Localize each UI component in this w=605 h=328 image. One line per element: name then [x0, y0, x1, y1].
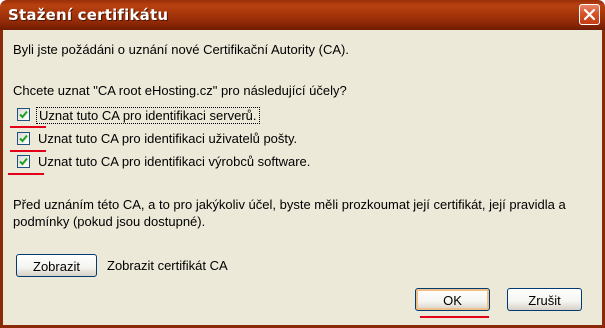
annotation-underline [420, 316, 489, 318]
checkmark-icon [19, 157, 28, 166]
checkmark-icon [19, 134, 28, 143]
advice-text-line1: Před uznáním této CA, a to pro jakýkoliv… [13, 197, 566, 212]
close-icon [583, 8, 596, 21]
annotation-underline [10, 150, 46, 152]
intro-text: Byli jste požádáni o uznání nové Certifi… [13, 42, 349, 57]
checkmark-icon [19, 110, 28, 119]
close-button[interactable] [579, 4, 600, 25]
checkbox-box[interactable] [17, 155, 30, 168]
question-text: Chcete uznat "CA root eHosting.cz" pro n… [13, 83, 347, 98]
option-software-label: Uznat tuto CA pro identifikaci výrobců s… [38, 154, 311, 169]
view-certificate-button[interactable]: Zobrazit [16, 254, 97, 277]
option-software-checkbox[interactable]: Uznat tuto CA pro identifikaci výrobců s… [17, 154, 417, 172]
window-title: Stažení certifikátu [8, 6, 169, 24]
title-bar[interactable]: Stažení certifikátu [0, 0, 605, 30]
dialog-window: Stažení certifikátu Byli jste požádáni o… [0, 0, 605, 328]
view-certificate-label: Zobrazit certifikát CA [107, 258, 228, 273]
option-email-checkbox[interactable]: Uznat tuto CA pro identifikaci uživatelů… [17, 131, 417, 149]
dialog-body: Byli jste požádáni o uznání nové Certifi… [3, 30, 602, 325]
annotation-underline [10, 126, 46, 128]
option-email-label: Uznat tuto CA pro identifikaci uživatelů… [38, 131, 298, 146]
ok-button[interactable]: OK [415, 288, 490, 311]
checkbox-box[interactable] [17, 132, 30, 145]
option-server-label: Uznat tuto CA pro identifikaci serverů. [36, 107, 260, 124]
advice-text-line2: podmínky (pokud jsou dostupné). [13, 214, 206, 229]
cancel-button[interactable]: Zrušit [507, 288, 582, 311]
option-server-checkbox[interactable]: Uznat tuto CA pro identifikaci serverů. [17, 107, 587, 125]
annotation-underline [8, 173, 44, 175]
checkbox-box[interactable] [17, 108, 30, 121]
